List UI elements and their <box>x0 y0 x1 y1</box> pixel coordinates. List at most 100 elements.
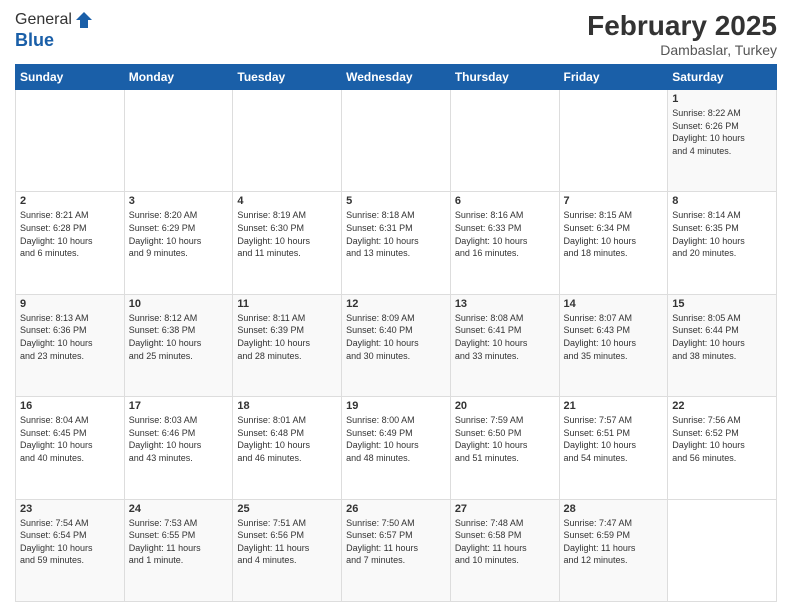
day-number: 7 <box>564 195 664 207</box>
header-tuesday: Tuesday <box>233 65 342 90</box>
calendar-title: February 2025 <box>587 10 777 42</box>
day-number: 14 <box>564 298 664 310</box>
table-row: 22 Sunrise: 7:56 AM Sunset: 6:52 PM Dayli… <box>668 397 777 499</box>
day-info: Sunrise: 8:18 AM Sunset: 6:31 PM Dayligh… <box>346 209 446 259</box>
day-number: 26 <box>346 503 446 515</box>
day-info: Sunrise: 7:48 AM Sunset: 6:58 PM Dayligh… <box>455 517 555 567</box>
day-info: Sunrise: 7:53 AM Sunset: 6:55 PM Dayligh… <box>129 517 229 567</box>
day-number: 20 <box>455 400 555 412</box>
logo-blue-text: Blue <box>15 30 94 51</box>
header-monday: Monday <box>124 65 233 90</box>
table-row: 28 Sunrise: 7:47 AM Sunset: 6:59 PM Dayli… <box>559 499 668 601</box>
table-row: 17Sunrise: 8:03 AM Sunset: 6:46 PM Dayli… <box>124 397 233 499</box>
table-row: 20 Sunrise: 7:59 AM Sunset: 6:50 PM Dayli… <box>450 397 559 499</box>
day-number: 4 <box>237 195 337 207</box>
calendar-week-row: 1 Sunrise: 8:22 AM Sunset: 6:26 PM Daylig… <box>16 90 777 192</box>
day-number: 21 <box>564 400 664 412</box>
header-friday: Friday <box>559 65 668 90</box>
day-number: 15 <box>672 298 772 310</box>
table-row: 16 Sunrise: 8:04 AM Sunset: 6:45 PM Dayli… <box>16 397 125 499</box>
table-row: 13 Sunrise: 8:08 AM Sunset: 6:41 PM Dayli… <box>450 294 559 396</box>
table-row <box>233 90 342 192</box>
day-number: 22 <box>672 400 772 412</box>
day-number: 3 <box>129 195 229 207</box>
day-info: Sunrise: 8:04 AM Sunset: 6:45 PM Dayligh… <box>20 414 120 464</box>
day-info: Sunrise: 8:05 AM Sunset: 6:44 PM Dayligh… <box>672 312 772 362</box>
day-info: Sunrise: 8:00 AM Sunset: 6:49 PM Dayligh… <box>346 414 446 464</box>
day-number: 5 <box>346 195 446 207</box>
day-info: Sunrise: 8:09 AM Sunset: 6:40 PM Dayligh… <box>346 312 446 362</box>
table-row: 7 Sunrise: 8:15 AM Sunset: 6:34 PM Daylig… <box>559 192 668 294</box>
day-info: Sunrise: 8:16 AM Sunset: 6:33 PM Dayligh… <box>455 209 555 259</box>
day-number: 28 <box>564 503 664 515</box>
day-number: 23 <box>20 503 120 515</box>
table-row <box>16 90 125 192</box>
table-row: 15 Sunrise: 8:05 AM Sunset: 6:44 PM Dayli… <box>668 294 777 396</box>
calendar-week-row: 16 Sunrise: 8:04 AM Sunset: 6:45 PM Dayli… <box>16 397 777 499</box>
table-row <box>450 90 559 192</box>
day-number: 27 <box>455 503 555 515</box>
table-row: 21Sunrise: 7:57 AM Sunset: 6:51 PM Dayli… <box>559 397 668 499</box>
day-info: Sunrise: 8:20 AM Sunset: 6:29 PM Dayligh… <box>129 209 229 259</box>
table-row: 4 Sunrise: 8:19 AM Sunset: 6:30 PM Daylig… <box>233 192 342 294</box>
day-info: Sunrise: 7:47 AM Sunset: 6:59 PM Dayligh… <box>564 517 664 567</box>
table-row: 27 Sunrise: 7:48 AM Sunset: 6:58 PM Dayli… <box>450 499 559 601</box>
day-number: 13 <box>455 298 555 310</box>
day-info: Sunrise: 8:03 AM Sunset: 6:46 PM Dayligh… <box>129 414 229 464</box>
day-info: Sunrise: 8:13 AM Sunset: 6:36 PM Dayligh… <box>20 312 120 362</box>
day-number: 11 <box>237 298 337 310</box>
table-row: 2 Sunrise: 8:21 AM Sunset: 6:28 PM Daylig… <box>16 192 125 294</box>
table-row <box>668 499 777 601</box>
day-number: 10 <box>129 298 229 310</box>
day-info: Sunrise: 8:07 AM Sunset: 6:43 PM Dayligh… <box>564 312 664 362</box>
logo: General Blue <box>15 10 94 51</box>
day-number: 12 <box>346 298 446 310</box>
calendar-week-row: 23 Sunrise: 7:54 AM Sunset: 6:54 PM Dayli… <box>16 499 777 601</box>
day-number: 2 <box>20 195 120 207</box>
table-row: 19Sunrise: 8:00 AM Sunset: 6:49 PM Dayli… <box>342 397 451 499</box>
calendar-week-row: 9 Sunrise: 8:13 AM Sunset: 6:36 PM Daylig… <box>16 294 777 396</box>
header-sunday: Sunday <box>16 65 125 90</box>
header-saturday: Saturday <box>668 65 777 90</box>
day-info: Sunrise: 7:59 AM Sunset: 6:50 PM Dayligh… <box>455 414 555 464</box>
header-thursday: Thursday <box>450 65 559 90</box>
table-row: 1 Sunrise: 8:22 AM Sunset: 6:26 PM Daylig… <box>668 90 777 192</box>
calendar-week-row: 2 Sunrise: 8:21 AM Sunset: 6:28 PM Daylig… <box>16 192 777 294</box>
table-row: 24Sunrise: 7:53 AM Sunset: 6:55 PM Dayli… <box>124 499 233 601</box>
day-info: Sunrise: 8:14 AM Sunset: 6:35 PM Dayligh… <box>672 209 772 259</box>
day-number: 18 <box>237 400 337 412</box>
calendar-table: Sunday Monday Tuesday Wednesday Thursday… <box>15 64 777 602</box>
day-info: Sunrise: 8:22 AM Sunset: 6:26 PM Dayligh… <box>672 107 772 157</box>
table-row: 25Sunrise: 7:51 AM Sunset: 6:56 PM Dayli… <box>233 499 342 601</box>
table-row: 8 Sunrise: 8:14 AM Sunset: 6:35 PM Daylig… <box>668 192 777 294</box>
table-row: 14 Sunrise: 8:07 AM Sunset: 6:43 PM Dayli… <box>559 294 668 396</box>
table-row: 6Sunrise: 8:16 AM Sunset: 6:33 PM Daylig… <box>450 192 559 294</box>
title-block: February 2025 Dambaslar, Turkey <box>587 10 777 58</box>
day-info: Sunrise: 7:56 AM Sunset: 6:52 PM Dayligh… <box>672 414 772 464</box>
table-row: 5 Sunrise: 8:18 AM Sunset: 6:31 PM Daylig… <box>342 192 451 294</box>
calendar-subtitle: Dambaslar, Turkey <box>587 42 777 58</box>
day-info: Sunrise: 8:15 AM Sunset: 6:34 PM Dayligh… <box>564 209 664 259</box>
day-info: Sunrise: 8:19 AM Sunset: 6:30 PM Dayligh… <box>237 209 337 259</box>
day-number: 8 <box>672 195 772 207</box>
day-number: 16 <box>20 400 120 412</box>
table-row: 18 Sunrise: 8:01 AM Sunset: 6:48 PM Dayli… <box>233 397 342 499</box>
logo-general-text: General <box>15 11 72 29</box>
day-info: Sunrise: 8:21 AM Sunset: 6:28 PM Dayligh… <box>20 209 120 259</box>
weekday-header-row: Sunday Monday Tuesday Wednesday Thursday… <box>16 65 777 90</box>
table-row: 10Sunrise: 8:12 AM Sunset: 6:38 PM Dayli… <box>124 294 233 396</box>
day-number: 9 <box>20 298 120 310</box>
header-wednesday: Wednesday <box>342 65 451 90</box>
day-info: Sunrise: 8:11 AM Sunset: 6:39 PM Dayligh… <box>237 312 337 362</box>
logo-icon <box>74 10 94 30</box>
day-info: Sunrise: 7:54 AM Sunset: 6:54 PM Dayligh… <box>20 517 120 567</box>
day-number: 25 <box>237 503 337 515</box>
day-info: Sunrise: 8:01 AM Sunset: 6:48 PM Dayligh… <box>237 414 337 464</box>
table-row: 12 Sunrise: 8:09 AM Sunset: 6:40 PM Dayli… <box>342 294 451 396</box>
table-row: 23 Sunrise: 7:54 AM Sunset: 6:54 PM Dayli… <box>16 499 125 601</box>
table-row: 3 Sunrise: 8:20 AM Sunset: 6:29 PM Daylig… <box>124 192 233 294</box>
table-row: 11 Sunrise: 8:11 AM Sunset: 6:39 PM Dayli… <box>233 294 342 396</box>
table-row <box>559 90 668 192</box>
day-number: 1 <box>672 93 772 105</box>
day-info: Sunrise: 8:08 AM Sunset: 6:41 PM Dayligh… <box>455 312 555 362</box>
